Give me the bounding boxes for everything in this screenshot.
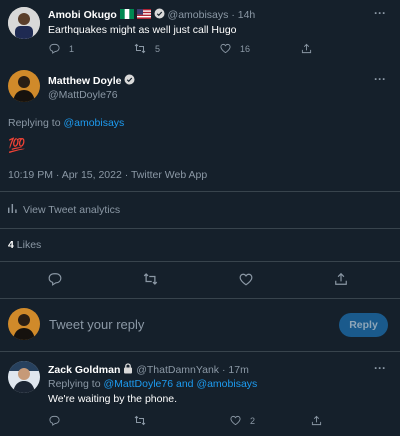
- divider: [0, 228, 400, 229]
- retweet-button[interactable]: 5: [134, 43, 160, 54]
- like-count: 2: [250, 415, 256, 426]
- author-handle[interactable]: @MattDoyle76: [48, 89, 118, 101]
- avatar[interactable]: [8, 70, 40, 102]
- view-analytics-link[interactable]: View Tweet analytics: [8, 204, 120, 216]
- replying-and-label: and: [175, 378, 194, 390]
- retweet-button[interactable]: [143, 272, 158, 286]
- lock-icon: [123, 363, 133, 377]
- replying-to-label: Replying to: [8, 117, 61, 129]
- share-button[interactable]: [301, 43, 312, 54]
- author-handle[interactable]: @amobisays: [168, 9, 229, 21]
- reply-icon: [49, 415, 60, 426]
- more-options-icon[interactable]: ···: [374, 6, 386, 20]
- separator-dot: ·: [231, 9, 235, 21]
- share-icon: [311, 415, 322, 426]
- replying-to-link[interactable]: @amobisays: [196, 378, 257, 390]
- replying-to-label: Replying to: [48, 378, 101, 390]
- reply-button[interactable]: Reply: [339, 313, 388, 337]
- like-button[interactable]: [239, 273, 253, 286]
- tweet-timestamp[interactable]: 10:19 PM · Apr 15, 2022 · Twitter Web Ap…: [8, 169, 207, 181]
- retweet-icon: [134, 415, 146, 426]
- reply-button[interactable]: [49, 415, 60, 426]
- like-count: 16: [240, 43, 251, 54]
- reply-button[interactable]: 1: [49, 43, 74, 54]
- author-handle[interactable]: @ThatDamnYank: [136, 364, 219, 376]
- replying-to-link[interactable]: @MattDoyle76: [103, 378, 173, 390]
- verified-badge-icon: [124, 74, 135, 85]
- retweet-count: 5: [155, 43, 161, 54]
- retweet-icon: [143, 272, 158, 286]
- more-options-icon[interactable]: ···: [374, 72, 386, 86]
- likes-count: 4: [8, 239, 14, 251]
- like-button[interactable]: 2: [230, 415, 255, 426]
- avatar: [8, 308, 40, 340]
- analytics-icon: [8, 204, 17, 216]
- divider: [0, 191, 400, 192]
- divider: [0, 261, 400, 262]
- replying-to-link[interactable]: @amobisays: [63, 117, 124, 129]
- reply-button[interactable]: [48, 272, 62, 286]
- author-name[interactable]: Matthew Doyle: [48, 75, 122, 87]
- retweet-icon: [134, 43, 146, 54]
- divider: [0, 298, 400, 299]
- tweet-time[interactable]: 14h: [238, 9, 256, 21]
- share-button[interactable]: [311, 415, 322, 426]
- us-flag-icon: [136, 9, 151, 22]
- like-button[interactable]: 16: [220, 43, 250, 54]
- reply-icon: [49, 43, 60, 54]
- verified-badge-icon: [154, 8, 165, 19]
- share-button[interactable]: [334, 272, 348, 286]
- author-name[interactable]: Amobi Okugo: [48, 9, 117, 21]
- share-icon: [301, 43, 312, 54]
- tweet-text: 💯: [8, 137, 25, 153]
- likes-summary[interactable]: 4 Likes: [8, 239, 41, 251]
- tweet-text: We're waiting by the phone.: [48, 393, 178, 405]
- tweet-text: Earthquakes might as well just call Hugo: [48, 24, 237, 36]
- avatar[interactable]: [8, 7, 40, 39]
- reply-count: 1: [69, 43, 75, 54]
- nigeria-flag-icon: [119, 9, 134, 22]
- reply-icon: [48, 272, 62, 286]
- likes-label: Likes: [16, 239, 42, 251]
- heart-icon: [230, 415, 241, 426]
- retweet-button[interactable]: [134, 415, 146, 426]
- author-name[interactable]: Zack Goldman: [48, 364, 120, 376]
- analytics-label: View Tweet analytics: [23, 204, 121, 216]
- avatar[interactable]: [8, 361, 40, 393]
- divider: [0, 351, 400, 352]
- reply-input[interactable]: Tweet your reply: [49, 317, 144, 332]
- more-options-icon[interactable]: ···: [374, 361, 386, 375]
- tweet-time[interactable]: 17m: [228, 364, 248, 376]
- heart-icon: [239, 273, 253, 286]
- share-icon: [334, 272, 348, 286]
- separator-dot: ·: [221, 364, 226, 376]
- heart-icon: [220, 43, 231, 54]
